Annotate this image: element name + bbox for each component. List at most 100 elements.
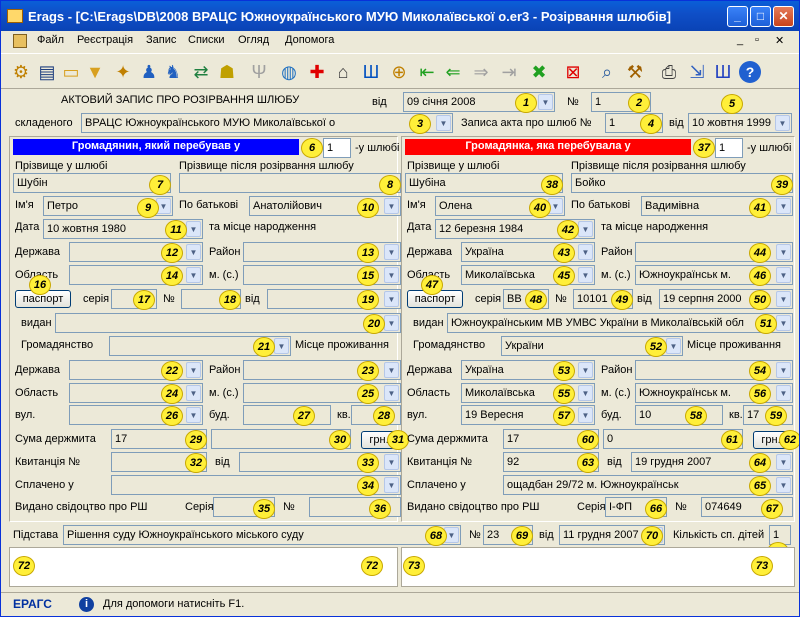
man-building-field[interactable] xyxy=(243,405,331,425)
dropdown-arrow-icon[interactable]: ▼ xyxy=(384,244,399,260)
last-record-icon[interactable]: ⇥ xyxy=(497,59,521,85)
menu-view[interactable]: Огляд xyxy=(238,34,269,46)
next-record-icon[interactable]: ⇒ xyxy=(469,59,493,85)
doc-icon[interactable]: ▤ xyxy=(35,59,59,85)
delete-record-icon[interactable]: ✖ xyxy=(527,59,551,85)
wand-icon[interactable]: ✦ xyxy=(111,59,135,85)
marker-badge: 22 xyxy=(161,361,183,381)
red-cross-icon[interactable]: ✚ xyxy=(305,59,329,85)
word-icon[interactable]: Ш xyxy=(711,59,735,85)
man-notes-area[interactable] xyxy=(9,547,398,587)
print-icon[interactable]: ⎙ xyxy=(657,59,681,85)
people-icon[interactable]: ♟ xyxy=(137,59,161,85)
menu-registration[interactable]: Реєстрація xyxy=(77,34,133,46)
menu-record[interactable]: Запис xyxy=(146,34,176,46)
marriage-date-field[interactable]: 10 жовтня 1999 ▼ xyxy=(688,113,792,133)
dropdown-arrow-icon[interactable]: ▼ xyxy=(776,198,791,214)
dropdown-arrow-icon[interactable]: ▼ xyxy=(186,221,201,237)
man-surname-after-field[interactable] xyxy=(179,173,401,193)
man-marriage-count-field[interactable]: 1 xyxy=(323,138,351,158)
marker-badge: 52 xyxy=(645,337,667,357)
dropdown-arrow-icon[interactable]: ▼ xyxy=(186,362,201,378)
dropdown-arrow-icon[interactable]: ▼ xyxy=(776,362,791,378)
dropdown-arrow-icon[interactable]: ▼ xyxy=(274,338,289,354)
man-passport-date-field[interactable]: ▼ xyxy=(267,289,401,309)
dropdown-arrow-icon[interactable]: ▼ xyxy=(666,338,681,354)
marriage-date-field-value: 10 жовтня 1999 xyxy=(692,117,771,129)
dropdown-arrow-icon[interactable]: ▼ xyxy=(186,267,201,283)
dropdown-arrow-icon[interactable]: ▼ xyxy=(384,454,399,470)
minimize-button[interactable]: _ xyxy=(727,6,748,27)
dropdown-arrow-icon[interactable]: ▼ xyxy=(578,221,593,237)
transfer-icon[interactable]: ⇄ xyxy=(189,59,213,85)
basis-field[interactable]: Рішення суду Южноукраїнського міського с… xyxy=(63,525,461,545)
export-icon[interactable]: ⇲ xyxy=(685,59,709,85)
woman-passport-date-field[interactable]: 19 серпня 2000 ▼ xyxy=(659,289,793,309)
dropdown-arrow-icon[interactable]: ▼ xyxy=(578,267,593,283)
dropdown-arrow-icon[interactable]: ▼ xyxy=(186,244,201,260)
dropdown-arrow-icon[interactable]: ▼ xyxy=(538,94,553,110)
dropdown-arrow-icon[interactable]: ▼ xyxy=(775,115,790,131)
dropdown-arrow-icon[interactable]: ▼ xyxy=(186,407,201,423)
dropdown-arrow-icon[interactable]: ▼ xyxy=(186,385,201,401)
menu-lists[interactable]: Списки xyxy=(188,34,225,46)
family-icon[interactable]: ☗ xyxy=(215,59,239,85)
dropdown-arrow-icon[interactable]: ▼ xyxy=(776,315,791,331)
dropdown-arrow-icon[interactable]: ▼ xyxy=(578,244,593,260)
dropdown-arrow-icon[interactable]: ▼ xyxy=(776,454,791,470)
dropdown-arrow-icon[interactable]: ▼ xyxy=(384,385,399,401)
prev-record-icon[interactable]: ⇐ xyxy=(441,59,465,85)
woman-patronymic-field-value: Вадимівна xyxy=(645,200,700,212)
dropdown-arrow-icon[interactable]: ▼ xyxy=(384,362,399,378)
cancel-form-icon[interactable]: ⊠ xyxy=(561,59,585,85)
first-record-icon[interactable]: ⇤ xyxy=(415,59,439,85)
man-fee-field-value: 17 xyxy=(115,433,128,445)
registry-office-field[interactable]: ВРАЦС Южноукраїнського МУЮ Миколаївської… xyxy=(81,113,453,133)
dropdown-arrow-icon[interactable]: ▼ xyxy=(384,267,399,283)
dropdown-arrow-icon[interactable]: ▼ xyxy=(384,291,399,307)
man-surname-field[interactable]: Шубін xyxy=(13,173,171,193)
woman-surname-field[interactable]: Шубіна xyxy=(405,173,563,193)
menu-file[interactable]: Файл xyxy=(37,34,64,46)
dropdown-arrow-icon[interactable]: ▼ xyxy=(776,385,791,401)
people-split-icon[interactable]: ♞ xyxy=(161,59,185,85)
change-name-icon[interactable]: Ψ xyxy=(247,59,271,85)
maximize-button[interactable]: □ xyxy=(750,6,771,27)
mdi-close-button[interactable]: ✕ xyxy=(775,34,784,47)
marker-badge: 53 xyxy=(553,361,575,381)
man-issued-field[interactable]: ▼ xyxy=(55,313,401,333)
dropdown-arrow-icon[interactable]: ▼ xyxy=(776,291,791,307)
dropdown-arrow-icon[interactable]: ▼ xyxy=(436,115,451,131)
trident-icon[interactable]: Ш xyxy=(359,59,383,85)
dropdown-arrow-icon[interactable]: ▼ xyxy=(384,198,399,214)
dropdown-arrow-icon[interactable]: ▼ xyxy=(776,244,791,260)
tree-icon[interactable]: ⚙ xyxy=(9,59,33,85)
tools-icon[interactable]: ⚒ xyxy=(623,59,647,85)
dropdown-arrow-icon[interactable]: ▼ xyxy=(384,477,399,493)
woman-city-label: м. (с.) xyxy=(601,269,631,281)
woman-notes-area[interactable] xyxy=(401,547,795,587)
woman-surname-after-field[interactable]: Бойко xyxy=(571,173,793,193)
mdi-restore-button[interactable]: ▫ xyxy=(755,34,759,46)
folder-icon[interactable]: ▭ xyxy=(59,59,83,85)
woman-marriage-count-field[interactable]: 1 xyxy=(715,138,743,158)
institution-icon[interactable]: ⌂ xyxy=(331,59,355,85)
dropdown-arrow-icon[interactable]: ▼ xyxy=(776,267,791,283)
dropdown-arrow-icon[interactable]: ▼ xyxy=(384,315,399,331)
money-icon[interactable]: ⊕ xyxy=(387,59,411,85)
dropdown-arrow-icon[interactable]: ▼ xyxy=(776,477,791,493)
dropdown-arrow-icon[interactable]: ▼ xyxy=(578,362,593,378)
dropdown-arrow-icon[interactable]: ▼ xyxy=(578,407,593,423)
woman-building-field[interactable]: 10 xyxy=(635,405,723,425)
menu-help[interactable]: Допомога xyxy=(285,34,334,46)
woman-marriage-count-field-value: 1 xyxy=(719,142,726,154)
help-icon[interactable]: ? xyxy=(739,61,761,83)
globe-icon[interactable]: ◍ xyxy=(277,59,301,85)
woman-issued-field[interactable]: Южноукраїнським МВ УМВС України в Микола… xyxy=(447,313,793,333)
woman-certificate-no-field-value: 074649 xyxy=(705,501,742,513)
close-button[interactable]: ✕ xyxy=(773,6,794,27)
dropdown-arrow-icon[interactable]: ▼ xyxy=(578,385,593,401)
search-icon[interactable]: ⌕ xyxy=(595,59,619,85)
bookmark-icon[interactable]: ▼ xyxy=(83,59,107,85)
mdi-minimize-button[interactable]: _ xyxy=(737,34,743,46)
